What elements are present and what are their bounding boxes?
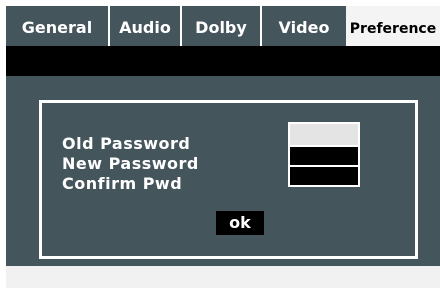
tab-general[interactable]: General xyxy=(6,6,110,46)
content-panel: Old Password New Password Confirm Pwd ok xyxy=(6,76,440,266)
confirm-password-field[interactable] xyxy=(288,166,360,187)
new-password-field[interactable] xyxy=(288,146,360,166)
ok-button[interactable]: ok xyxy=(216,211,264,235)
tab-audio[interactable]: Audio xyxy=(110,6,182,46)
tab-bar: General Audio Dolby Video Preference xyxy=(6,6,440,46)
new-password-label: New Password xyxy=(62,154,199,173)
password-dialog: Old Password New Password Confirm Pwd ok xyxy=(39,100,418,259)
tab-preference[interactable]: Preference xyxy=(346,6,440,46)
header-strip xyxy=(6,46,440,76)
tab-dolby[interactable]: Dolby xyxy=(182,6,262,46)
setup-menu-screen: General Audio Dolby Video Preference Old… xyxy=(6,6,440,288)
old-password-field[interactable] xyxy=(288,122,360,146)
old-password-label: Old Password xyxy=(62,134,191,153)
confirm-password-label: Confirm Pwd xyxy=(62,174,183,193)
tab-video[interactable]: Video xyxy=(262,6,346,46)
